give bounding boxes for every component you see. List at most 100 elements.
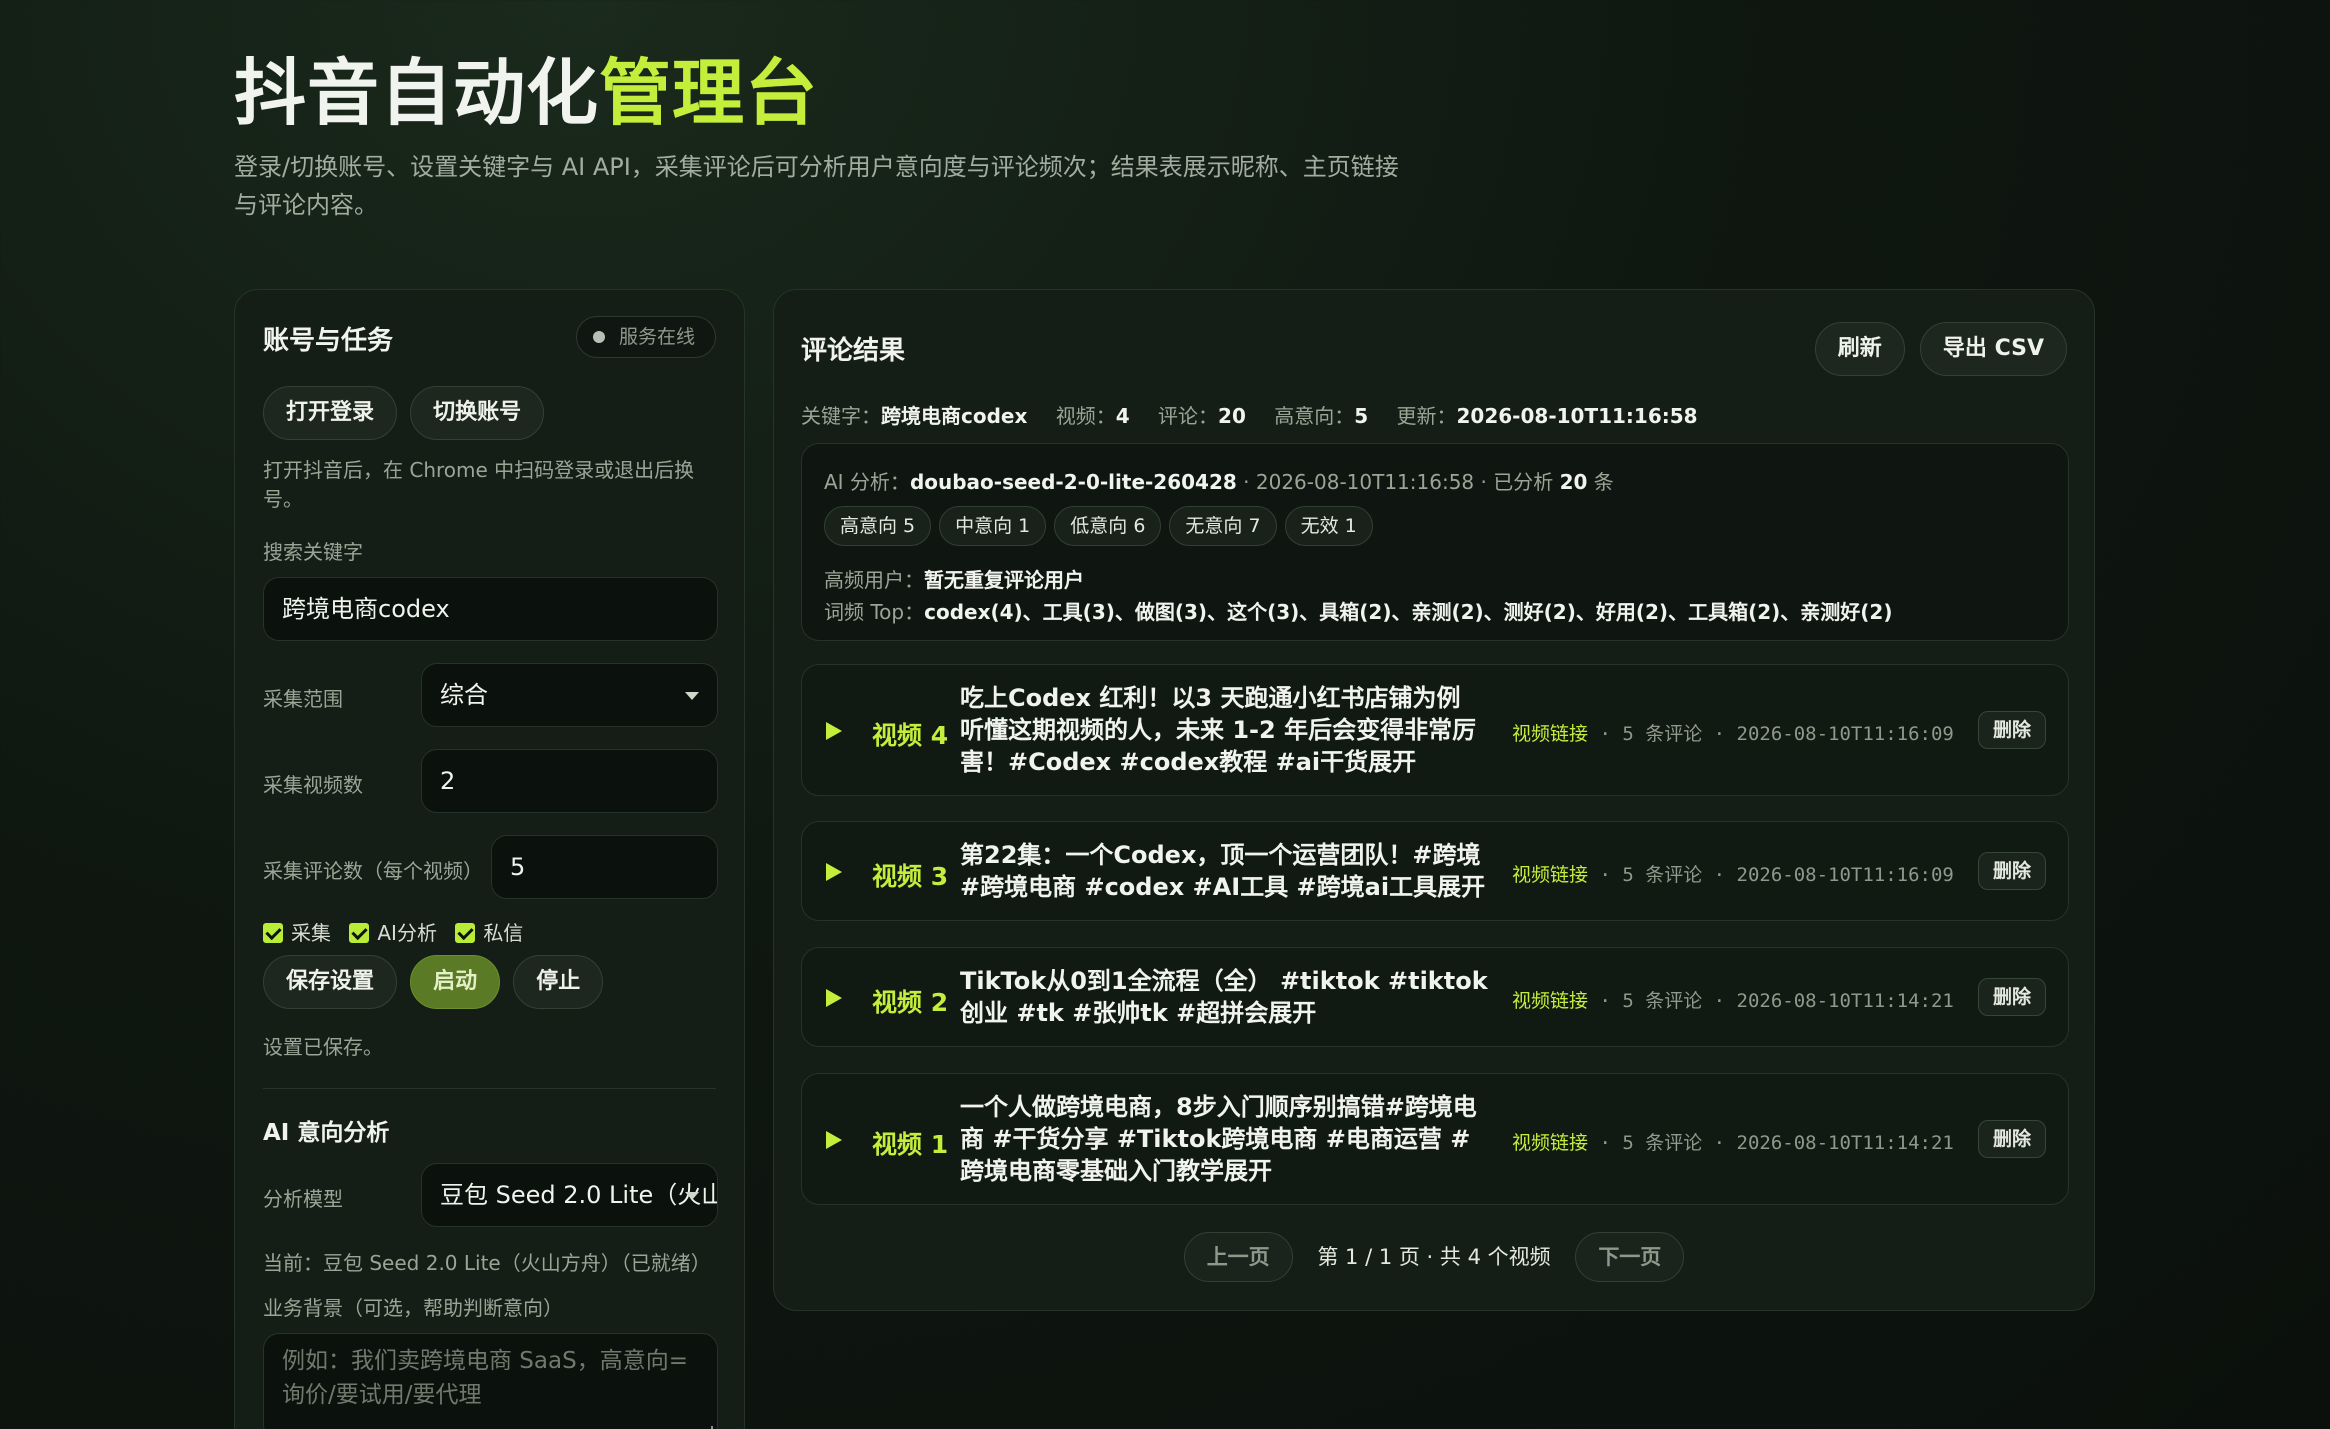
keyword-label: 搜索关键字 <box>263 540 363 564</box>
stop-button[interactable]: 停止 <box>513 955 604 1009</box>
panel-header: 账号与任务 服务在线 <box>263 290 716 386</box>
meta-videos-label: 视频： <box>1055 404 1116 428</box>
expand-play-icon[interactable] <box>826 1131 842 1149</box>
video-meta: 视频链接 · 5 条评论 · 2026-08-10T11:14:21 <box>1512 986 1954 1013</box>
meta-comments: 20 <box>1218 404 1246 428</box>
refresh-button[interactable]: 刷新 <box>1814 322 1905 376</box>
meta-high: 5 <box>1354 404 1369 428</box>
video-card[interactable]: 视频 3 第22集：一个Codex，顶一个运营团队！#跨境 #跨境电商 #cod… <box>801 821 2069 921</box>
service-status-text: 服务在线 <box>618 326 695 348</box>
ai-analysis-line: AI 分析：doubao-seed-2-0-lite-260428 · 2026… <box>824 466 1614 495</box>
video-label: 视频 3 <box>872 862 949 891</box>
video-meta: 视频链接 · 5 条评论 · 2026-08-10T11:16:09 <box>1512 860 1954 887</box>
open-login-button[interactable]: 打开登录 <box>263 386 398 440</box>
export-csv-button[interactable]: 导出 CSV <box>1919 322 2067 376</box>
video-time: 2026-08-10T11:16:09 <box>1736 723 1954 745</box>
video-title: TikTok从0到1全流程（全） #tiktok #tiktok创业 #tk #… <box>960 967 1488 1027</box>
ai-analyzed-count: 20 <box>1559 470 1588 494</box>
model-label: 分析模型 <box>263 1187 343 1211</box>
meta-comments-label: 评论： <box>1158 404 1219 428</box>
meta-keyword-label: 关键字： <box>801 404 881 428</box>
delete-button[interactable]: 删除 <box>1977 978 2046 1016</box>
video-time: 2026-08-10T11:16:09 <box>1736 864 1954 886</box>
delete-button[interactable]: 删除 <box>1977 711 2046 749</box>
intent-tag-none[interactable]: 无意向 7 <box>1169 506 1277 546</box>
intent-tag-medium[interactable]: 中意向 1 <box>939 506 1047 546</box>
video-count-label: 采集视频数 <box>263 773 363 797</box>
video-card[interactable]: 视频 4 吃上Codex 红利！以3 天跑通小红书店铺为例 听懂这期视频的人，未… <box>801 664 2069 796</box>
meta-keyword: 跨境电商codex <box>881 404 1028 428</box>
video-comment-count: · 5 条评论 · <box>1588 990 1737 1012</box>
save-settings-button[interactable]: 保存设置 <box>263 955 398 1009</box>
video-link[interactable]: 视频链接 <box>1512 990 1588 1012</box>
scope-select[interactable]: 综合 <box>421 663 718 727</box>
scope-label: 采集范围 <box>263 687 343 711</box>
page-title-accent: 管理台 <box>599 51 819 135</box>
chevron-down-icon <box>685 692 699 700</box>
meta-high-label: 高意向： <box>1274 404 1355 428</box>
model-row: 分析模型 豆包 Seed 2.0 Lite（火山方舟） <box>263 1163 718 1227</box>
model-select[interactable]: 豆包 Seed 2.0 Lite（火山方舟） <box>421 1163 718 1227</box>
business-textarea[interactable]: 例如：我们卖跨境电商 SaaS，高意向=询价/要试用/要代理 <box>263 1333 718 1429</box>
video-time: 2026-08-10T11:14:21 <box>1736 1132 1954 1154</box>
video-time: 2026-08-10T11:14:21 <box>1736 990 1954 1012</box>
results-actions: 刷新 导出 CSV <box>1814 322 2067 376</box>
word-frequency-value: codex(4)、工具(3)、做图(3)、这个(3)、具箱(2)、亲测(2)、测… <box>924 600 1893 624</box>
intent-tag-invalid[interactable]: 无效 1 <box>1284 506 1373 546</box>
video-link[interactable]: 视频链接 <box>1512 864 1588 886</box>
expand-play-icon[interactable] <box>826 863 842 881</box>
video-count-row: 采集视频数 2 <box>263 749 718 813</box>
keyword-input[interactable]: 跨境电商codex <box>263 577 718 641</box>
service-status-badge: 服务在线 <box>575 316 716 358</box>
collect-checkbox[interactable]: 采集 <box>263 917 331 946</box>
video-label: 视频 4 <box>872 721 949 750</box>
checkbox-checked-icon <box>263 923 283 943</box>
next-page-button[interactable]: 下一页 <box>1575 1232 1685 1282</box>
video-card[interactable]: 视频 2 TikTok从0到1全流程（全） #tiktok #tiktok创业 … <box>801 947 2069 1047</box>
prev-page-button[interactable]: 上一页 <box>1183 1232 1293 1282</box>
dm-checkbox-label: 私信 <box>483 921 524 945</box>
video-meta: 视频链接 · 5 条评论 · 2026-08-10T11:14:21 <box>1512 1128 1954 1155</box>
intent-tag-high[interactable]: 高意向 5 <box>824 506 932 546</box>
video-title: 一个人做跨境电商，8步入门顺序别搞错#跨境电商 #干货分享 #Tiktok跨境电… <box>960 1093 1477 1185</box>
comment-count-input[interactable]: 5 <box>491 835 718 899</box>
comment-count-label: 采集评论数（每个视频） <box>263 859 483 883</box>
account-task-panel: 账号与任务 服务在线 打开登录 切换账号 打开抖音后，在 Chrome 中扫码登… <box>234 289 745 1429</box>
meta-updated: 2026-08-10T11:16:58 <box>1456 404 1698 428</box>
results-title: 评论结果 <box>801 336 906 366</box>
frequent-users-label: 高频用户： <box>824 568 924 592</box>
pagination: 上一页 第 1 / 1 页 · 共 4 个视频 下一页 <box>774 1232 2094 1282</box>
frequent-users: 高频用户：暂无重复评论用户 <box>824 564 1084 593</box>
ai-analysis-checkbox[interactable]: AI分析 <box>349 917 437 946</box>
ai-prefix: AI 分析： <box>824 470 910 494</box>
delete-button[interactable]: 删除 <box>1977 1120 2046 1158</box>
meta-videos: 4 <box>1115 404 1130 428</box>
video-link[interactable]: 视频链接 <box>1512 1132 1588 1154</box>
video-title: 第22集：一个Codex，顶一个运营团队！#跨境 #跨境电商 #codex #A… <box>960 841 1486 901</box>
page-subtitle: 登录/切换账号、设置关键字与 AI API，采集评论后可分析用户意向度与评论频次… <box>234 153 1399 219</box>
delete-button[interactable]: 删除 <box>1977 852 2046 890</box>
page-title-main: 抖音自动化 <box>234 51 600 135</box>
video-card[interactable]: 视频 1 一个人做跨境电商，8步入门顺序别搞错#跨境电商 #干货分享 #Tikt… <box>801 1073 2069 1205</box>
video-link[interactable]: 视频链接 <box>1512 723 1588 745</box>
expand-play-icon[interactable] <box>826 722 842 740</box>
save-status: 设置已保存。 <box>263 1035 383 1059</box>
video-count-input[interactable]: 2 <box>421 749 718 813</box>
expand-play-icon[interactable] <box>826 989 842 1007</box>
dm-checkbox[interactable]: 私信 <box>455 917 523 946</box>
switch-account-button[interactable]: 切换账号 <box>410 386 545 440</box>
page-title: 抖音自动化管理台 <box>234 34 818 139</box>
video-title: 吃上Codex 红利！以3 天跑通小红书店铺为例 听懂这期视频的人，未来 1-2… <box>960 684 1477 776</box>
frequent-users-value: 暂无重复评论用户 <box>924 568 1084 592</box>
ai-section-title: AI 意向分析 <box>263 1120 390 1146</box>
page-info: 第 1 / 1 页 · 共 4 个视频 <box>1317 1245 1551 1269</box>
model-select-value: 豆包 Seed 2.0 Lite（火山方舟） <box>440 1181 717 1209</box>
video-meta: 视频链接 · 5 条评论 · 2026-08-10T11:16:09 <box>1512 719 1954 746</box>
panel-title: 账号与任务 <box>263 326 394 356</box>
comment-count-row: 采集评论数（每个视频） 5 <box>263 835 718 899</box>
ai-time: · 2026-08-10T11:16:58 · 已分析 <box>1236 470 1560 494</box>
start-button[interactable]: 启动 <box>410 955 501 1009</box>
scope-row: 采集范围 综合 <box>263 663 718 727</box>
intent-tag-low[interactable]: 低意向 6 <box>1054 506 1162 546</box>
ai-analysis-box: AI 分析：doubao-seed-2-0-lite-260428 · 2026… <box>801 443 2069 641</box>
